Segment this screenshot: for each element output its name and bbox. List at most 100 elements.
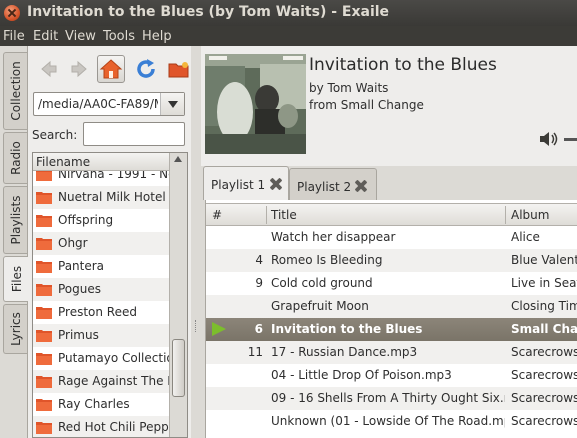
table-row[interactable]: 11 17 - Russian Dance.mp3 Scarecrows <box>206 341 577 364</box>
now-playing-panel: Invitation to the Blues by Tom Waits fro… <box>201 46 577 166</box>
table-row-playing[interactable]: 6 Invitation to the Blues Small Change <box>206 318 577 341</box>
menu-help[interactable]: Help <box>142 29 172 44</box>
volume-slider[interactable] <box>564 138 577 141</box>
search-input[interactable] <box>83 122 185 146</box>
file-name: Ray Charles <box>58 397 130 411</box>
column-header-album[interactable]: Album <box>511 208 549 222</box>
tab-collection[interactable]: Collection <box>3 52 27 130</box>
album-cell: Scarecrows <box>511 391 577 405</box>
folder-icon <box>36 399 52 411</box>
file-name: Primus <box>58 328 99 342</box>
track-title-cell: 17 - Russian Dance.mp3 <box>271 345 418 359</box>
album-cell: Scarecrows <box>511 368 577 382</box>
list-item[interactable]: Pogues <box>33 278 169 301</box>
refresh-icon[interactable] <box>134 57 158 81</box>
tab-playlist-2[interactable]: Playlist 2 <box>289 168 377 200</box>
list-item[interactable]: Putamayo Collection <box>33 347 169 370</box>
album-cell: Scarecrows <box>511 414 577 428</box>
list-item[interactable]: Offspring <box>33 209 169 232</box>
filename-column-header[interactable]: Filename <box>33 153 169 171</box>
tab-collection-label: Collection <box>8 61 23 121</box>
chevron-down-icon[interactable] <box>160 93 184 115</box>
tab-files-label: Files <box>9 265 24 293</box>
column-header-title[interactable]: Title <box>271 208 297 222</box>
tab-playlists-label: Playlists <box>8 195 23 245</box>
tab-playlist-1[interactable]: Playlist 1 <box>203 166 289 200</box>
tab-radio-label: Radio <box>8 141 23 175</box>
list-item[interactable]: Nuetral Milk Hotel <box>33 186 169 209</box>
home-icon <box>99 59 123 79</box>
list-item[interactable]: Ray Charles <box>33 393 169 416</box>
track-number: 9 <box>255 276 263 290</box>
path-combobox[interactable]: /media/AA0C-FA89/Music <box>33 92 185 116</box>
menu-edit[interactable]: Edit <box>33 29 58 44</box>
column-separator[interactable] <box>266 206 267 224</box>
column-separator[interactable] <box>505 206 506 224</box>
file-name: Ohgr <box>58 236 88 250</box>
table-row[interactable]: Watch her disappear Alice <box>206 226 577 249</box>
files-panel: /media/AA0C-FA89/Music Search: Nirvana -… <box>28 46 191 438</box>
folder-icon <box>36 284 52 296</box>
forward-arrow-icon[interactable] <box>68 57 92 81</box>
column-header-num[interactable]: # <box>212 208 222 222</box>
album-cell: Blue Valentine <box>511 253 577 267</box>
list-item[interactable]: Primus <box>33 324 169 347</box>
list-item[interactable]: Rage Against The Machine <box>33 370 169 393</box>
track-title-cell: 04 - Little Drop Of Poison.mp3 <box>271 368 452 382</box>
close-tab-icon[interactable] <box>269 177 283 191</box>
tab-playlist-2-label: Playlist 2 <box>297 180 352 194</box>
close-window-icon[interactable] <box>4 5 20 21</box>
scrollbar-thumb[interactable] <box>172 339 185 397</box>
menu-file[interactable]: File <box>3 29 25 44</box>
menu-tools[interactable]: Tools <box>103 29 135 44</box>
pane-splitter[interactable] <box>191 46 201 438</box>
list-item[interactable]: Ohgr <box>33 232 169 255</box>
search-label: Search: <box>32 128 78 142</box>
file-name: Rage Against The Machine <box>58 374 169 388</box>
tab-playlists[interactable]: Playlists <box>3 186 27 254</box>
folder-icon <box>36 238 52 250</box>
track-title-cell: Romeo Is Bleeding <box>271 253 383 267</box>
new-folder-icon[interactable] <box>167 57 191 81</box>
file-name: Offspring <box>58 213 114 227</box>
menu-view[interactable]: View <box>65 29 96 44</box>
file-name: Pogues <box>58 282 102 296</box>
folder-icon <box>36 422 52 434</box>
album-cell: Small Change <box>511 322 577 336</box>
folder-icon <box>36 307 52 319</box>
close-tab-icon[interactable] <box>354 179 368 193</box>
folder-icon <box>36 261 52 273</box>
table-row[interactable]: 4 Romeo Is Bleeding Blue Valentine <box>206 249 577 272</box>
volume-icon[interactable] <box>538 130 560 148</box>
tab-files[interactable]: Files <box>3 256 29 302</box>
table-row[interactable]: Grapefruit Moon Closing Time <box>206 295 577 318</box>
file-name: Pantera <box>58 259 105 273</box>
window-titlebar: Invitation to the Blues (by Tom Waits) -… <box>0 0 577 26</box>
tab-radio[interactable]: Radio <box>3 132 27 184</box>
track-title-cell: 09 - 16 Shells From A Thirty Ought Six.m… <box>271 391 505 405</box>
track-number: 4 <box>255 253 263 267</box>
list-item[interactable]: Red Hot Chili Peppers <box>33 416 169 437</box>
folder-icon <box>36 330 52 342</box>
album-cell: Closing Time <box>511 299 577 313</box>
scroll-up-icon[interactable] <box>174 156 182 162</box>
file-list-scrollbar[interactable] <box>169 153 187 437</box>
list-item[interactable]: Pantera <box>33 255 169 278</box>
album-cell: Live in Seattle <box>511 276 577 290</box>
album-cover[interactable] <box>205 54 306 154</box>
file-list[interactable]: Nirvana - 1991 - Nevermind Filename Nuet… <box>32 152 188 438</box>
album-cell: Alice <box>511 230 540 244</box>
playlist-table[interactable]: # Title Album Watch her disappear Alice 4 R… <box>205 200 577 438</box>
folder-icon <box>36 376 52 388</box>
tab-lyrics[interactable]: Lyrics <box>3 304 27 354</box>
table-row[interactable]: Unknown (01 - Lowside Of The Road.mp3) Sc… <box>206 410 577 433</box>
window-title: Invitation to the Blues (by Tom Waits) -… <box>27 4 390 20</box>
tab-lyrics-label: Lyrics <box>8 312 23 346</box>
table-row[interactable]: 04 - Little Drop Of Poison.mp3 Scarecrows <box>206 364 577 387</box>
home-button[interactable] <box>97 55 125 83</box>
track-album: from Small Change <box>309 98 424 112</box>
back-arrow-icon[interactable] <box>36 57 60 81</box>
table-row[interactable]: 9 Cold cold ground Live in Seattle <box>206 272 577 295</box>
list-item[interactable]: Preston Reed <box>33 301 169 324</box>
table-row[interactable]: 09 - 16 Shells From A Thirty Ought Six.m… <box>206 387 577 410</box>
